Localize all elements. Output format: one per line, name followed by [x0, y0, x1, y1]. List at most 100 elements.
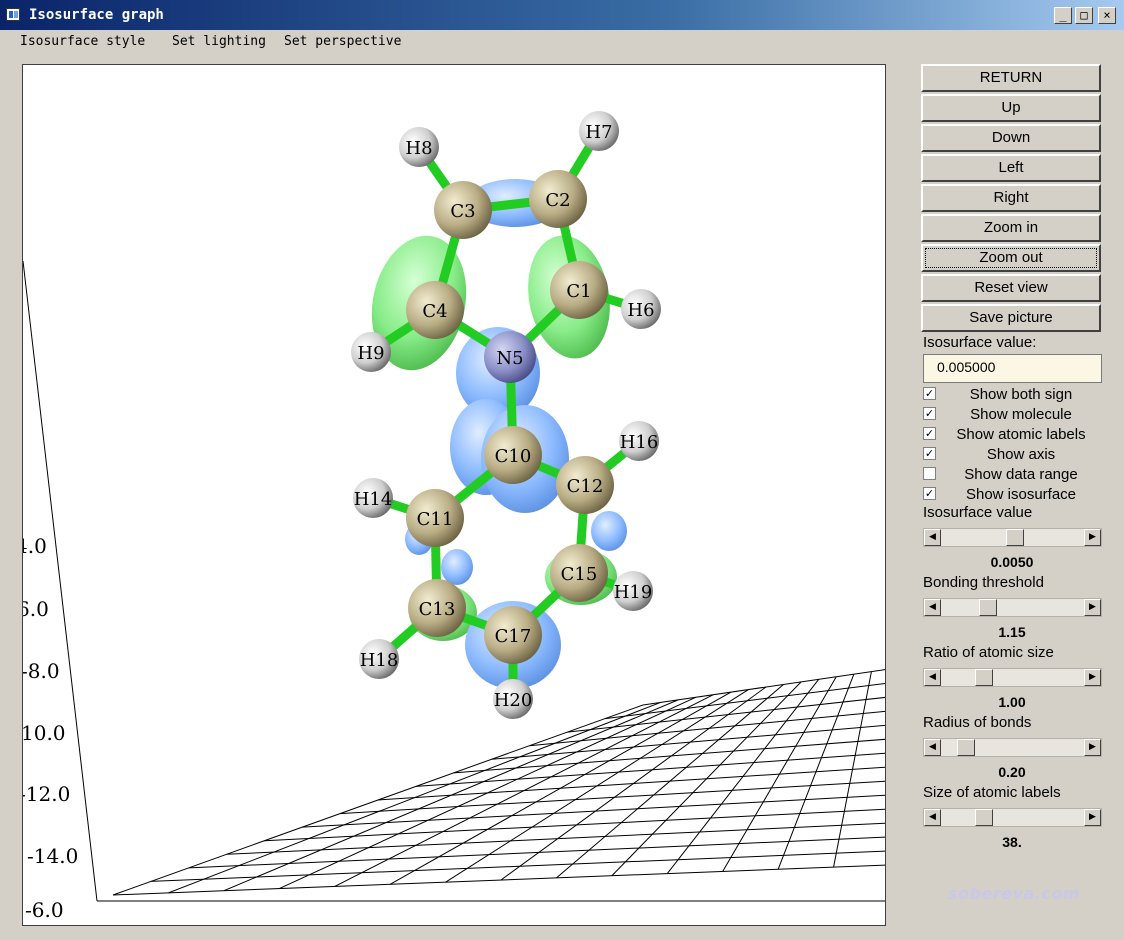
atom-label: H14: [354, 489, 393, 510]
isosurface-value-label: Isosurface value: [923, 504, 1033, 521]
atom-label: C13: [419, 599, 456, 620]
radius-of-bonds-slider[interactable]: ◀ ▶: [923, 738, 1102, 757]
atom-label: H7: [585, 122, 612, 143]
minimize-button[interactable]: _: [1054, 7, 1072, 24]
atom-label: H8: [405, 138, 432, 159]
atom-h7: H7: [579, 111, 619, 151]
slider-thumb[interactable]: [975, 669, 993, 686]
scroll-right-arrow-icon[interactable]: ▶: [1084, 599, 1101, 616]
left-button[interactable]: Left: [921, 154, 1101, 182]
bonding-threshold-value: 1.15: [998, 624, 1026, 640]
menu-set-lighting[interactable]: Set lighting: [172, 34, 266, 49]
scroll-left-arrow-icon[interactable]: ◀: [924, 529, 941, 546]
scene-canvas: 0 0 0 4.0 6.0 -8.0 10.0 -12.0 -14.0 -6.0 H8 H7 C3 C2…: [23, 111, 885, 922]
zoom-in-button[interactable]: Zoom in: [921, 214, 1101, 242]
slider-thumb[interactable]: [979, 599, 997, 616]
slider-thumb[interactable]: [1006, 529, 1024, 546]
atom-label: C10: [495, 446, 532, 467]
atom-label: N5: [496, 348, 523, 369]
show-atomic-labels-checkbox[interactable]: ✓: [923, 427, 936, 440]
axis-tick-label: -12.0: [23, 782, 70, 806]
atom-label: H6: [627, 300, 654, 321]
menu-bar: Isosurface style Set lighting Set perspe…: [0, 30, 1124, 54]
atom-h16: H16: [619, 421, 659, 461]
show-data-range-row[interactable]: Show data range: [923, 466, 1103, 484]
atom-c13: C13: [408, 579, 466, 637]
ratio-of-atomic-size-slider[interactable]: ◀ ▶: [923, 668, 1102, 687]
scroll-left-arrow-icon[interactable]: ◀: [924, 739, 941, 756]
atom-label: H19: [614, 582, 653, 603]
atom-label: C4: [422, 301, 447, 322]
show-atomic-labels-row[interactable]: ✓ Show atomic labels: [923, 426, 1103, 444]
scroll-right-arrow-icon[interactable]: ▶: [1084, 529, 1101, 546]
isosurface-value-value: 0.0050: [990, 554, 1034, 570]
atom-c12: C12: [556, 456, 614, 514]
watermark: sobereva.com: [948, 884, 1081, 903]
save-picture-button[interactable]: Save picture: [921, 304, 1101, 332]
atom-h20: H20: [493, 679, 533, 719]
scroll-left-arrow-icon[interactable]: ◀: [924, 669, 941, 686]
show-isosurface-row[interactable]: ✓ Show isosurface: [923, 486, 1103, 504]
right-button[interactable]: Right: [921, 184, 1101, 212]
axis-tick-label: -14.0: [27, 844, 78, 868]
show-molecule-checkbox[interactable]: ✓: [923, 407, 936, 420]
scroll-left-arrow-icon[interactable]: ◀: [924, 809, 941, 826]
atom-h6: H6: [621, 289, 661, 329]
show-atomic-labels-label: Show atomic labels: [956, 426, 1086, 443]
atom-label: C2: [545, 190, 570, 211]
isosurface-value-slider[interactable]: ◀ ▶: [923, 528, 1102, 547]
isosurface-viewport[interactable]: 0 0 0 4.0 6.0 -8.0 10.0 -12.0 -14.0 -6.0 H8 H7 C3 C2…: [22, 64, 886, 926]
scroll-left-arrow-icon[interactable]: ◀: [924, 599, 941, 616]
atom-h18: H18: [359, 639, 399, 679]
show-isosurface-checkbox[interactable]: ✓: [923, 487, 936, 500]
atom-c17: C17: [484, 606, 542, 664]
show-axis-checkbox[interactable]: ✓: [923, 447, 936, 460]
atom-label: C11: [417, 509, 454, 530]
atom-c4: C4: [406, 281, 464, 339]
isovalue-field-label: Isosurface value:: [923, 334, 1037, 351]
atom-h9: H9: [351, 332, 391, 372]
atom-c10: C10: [484, 426, 542, 484]
title-bar: Isosurface graph _ □ ×: [0, 0, 1124, 30]
return-button[interactable]: RETURN: [921, 64, 1101, 92]
menu-set-perspective[interactable]: Set perspective: [284, 34, 401, 49]
size-of-atomic-labels-slider[interactable]: ◀ ▶: [923, 808, 1102, 827]
atom-label: C1: [566, 281, 591, 302]
axis-tick-label: 4.0: [23, 534, 47, 558]
show-both-sign-row[interactable]: ✓ Show both sign: [923, 386, 1103, 404]
maximize-button[interactable]: □: [1075, 7, 1093, 24]
scroll-right-arrow-icon[interactable]: ▶: [1084, 669, 1101, 686]
atom-label: C17: [495, 626, 532, 647]
show-axis-row[interactable]: ✓ Show axis: [923, 446, 1103, 464]
show-molecule-label: Show molecule: [970, 406, 1072, 423]
show-molecule-row[interactable]: ✓ Show molecule: [923, 406, 1103, 424]
up-button[interactable]: Up: [921, 94, 1101, 122]
atom-h8: H8: [399, 127, 439, 167]
atom-label: H9: [357, 343, 384, 364]
atom-c3: C3: [434, 181, 492, 239]
bonding-threshold-slider[interactable]: ◀ ▶: [923, 598, 1102, 617]
slider-thumb[interactable]: [957, 739, 975, 756]
axis-tick-label: -6.0: [25, 898, 64, 922]
show-data-range-label: Show data range: [964, 466, 1078, 483]
window-title: Isosurface graph: [29, 7, 164, 23]
show-data-range-checkbox[interactable]: [923, 467, 936, 480]
atom-c11: C11: [406, 489, 464, 547]
atom-label: H20: [494, 690, 533, 711]
scroll-right-arrow-icon[interactable]: ▶: [1084, 809, 1101, 826]
down-button[interactable]: Down: [921, 124, 1101, 152]
menu-isosurface-style[interactable]: Isosurface style: [20, 34, 145, 49]
radius-of-bonds-label: Radius of bonds: [923, 714, 1032, 731]
show-isosurface-label: Show isosurface: [965, 486, 1077, 503]
app-icon: [6, 8, 20, 21]
scroll-right-arrow-icon[interactable]: ▶: [1084, 739, 1101, 756]
reset-view-button[interactable]: Reset view: [921, 274, 1101, 302]
slider-thumb[interactable]: [975, 809, 993, 826]
show-both-sign-checkbox[interactable]: ✓: [923, 387, 936, 400]
isovalue-input[interactable]: 0.005000: [923, 354, 1102, 383]
atom-h19: H19: [613, 571, 653, 611]
atom-label: C15: [561, 564, 598, 585]
zoom-out-button[interactable]: Zoom out: [921, 244, 1101, 272]
close-button[interactable]: ×: [1098, 7, 1116, 24]
ratio-of-atomic-size-value: 1.00: [998, 694, 1026, 710]
